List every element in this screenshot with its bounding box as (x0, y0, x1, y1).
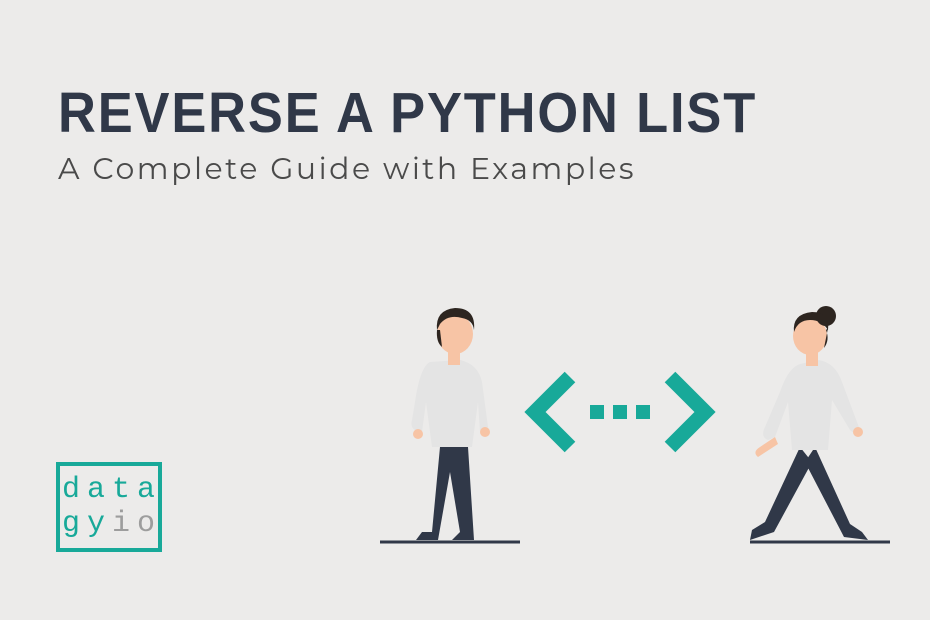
title-block: REVERSE A PYTHON LIST A Complete Guide w… (58, 85, 818, 187)
illustration (360, 272, 900, 562)
logo-line-1: data (56, 473, 162, 508)
ellipsis-icon (590, 405, 650, 419)
right-chevron-icon (670, 377, 705, 447)
page-subtitle: A Complete Guide with Examples (58, 150, 818, 187)
logo-text-gy: gy (62, 507, 112, 541)
datagy-logo: data gyio (56, 462, 162, 552)
logo-line-2: gyio (56, 507, 162, 542)
logo-text-data: data (62, 473, 162, 507)
left-chevron-icon (535, 377, 570, 447)
logo-text-io: io (112, 507, 162, 541)
person-left-icon (380, 308, 520, 542)
person-right-icon (750, 306, 890, 542)
page-title: REVERSE A PYTHON LIST (58, 85, 757, 142)
